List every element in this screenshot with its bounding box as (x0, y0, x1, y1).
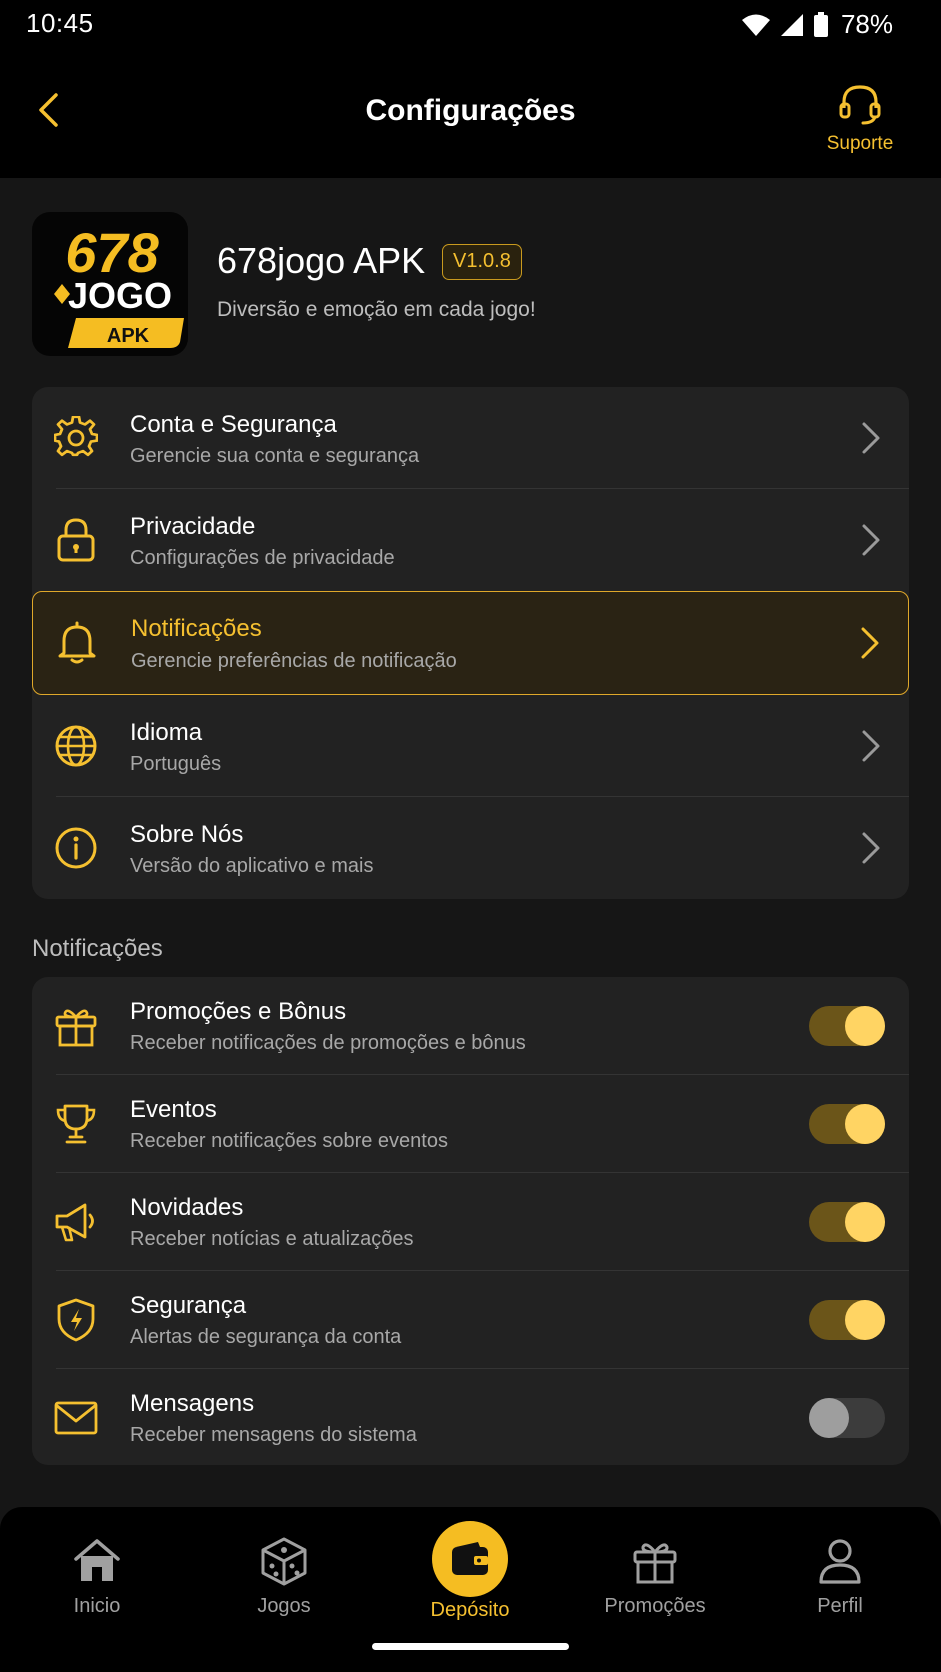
toggle-messages[interactable] (809, 1398, 885, 1438)
logo-text-apk: APK (107, 325, 150, 347)
nav-item-games[interactable]: Jogos (209, 1531, 359, 1618)
chevron-right-icon (862, 422, 880, 454)
toggle-knob (845, 1006, 885, 1046)
battery-percent: 78% (840, 9, 893, 39)
app-name: 678jogo APK (217, 240, 426, 281)
status-time: 10:45 (26, 8, 94, 38)
toggle-knob (845, 1202, 885, 1242)
app-tagline: Diversão e emoção em cada jogo! (217, 298, 536, 321)
settings-item-language[interactable]: Idioma Português (32, 695, 909, 797)
wallet-icon (432, 1521, 508, 1597)
gift-icon (52, 1002, 100, 1050)
settings-item-notifications[interactable]: Notificações Gerencie preferências de no… (32, 591, 909, 695)
settings-item-subtitle: Português (130, 753, 222, 775)
support-button[interactable]: Suporte (815, 82, 905, 155)
notification-item-security: Segurança Alertas de segurança da conta (32, 1271, 909, 1369)
toggle-security[interactable] (809, 1300, 885, 1340)
settings-item-privacy[interactable]: Privacidade Configurações de privacidade (32, 489, 909, 591)
nav-label: Inicio (73, 1595, 121, 1617)
megaphone-icon (52, 1198, 100, 1246)
status-bar: 10:45 78% (0, 0, 941, 52)
chevron-right-icon (862, 524, 880, 556)
notification-item-title: Segurança (130, 1292, 247, 1319)
toggle-knob (845, 1104, 885, 1144)
gear-icon (52, 414, 100, 462)
notification-item-title: Promoções e Bônus (130, 998, 347, 1025)
nav-item-home[interactable]: Inicio (22, 1531, 172, 1618)
toggle-knob (809, 1398, 849, 1438)
toggle-knob (845, 1300, 885, 1340)
notification-item-subtitle: Alertas de segurança da conta (130, 1326, 402, 1348)
nav-item-profile[interactable]: Perfil (765, 1531, 915, 1618)
settings-item-title: Conta e Segurança (130, 411, 337, 438)
toggle-events[interactable] (809, 1104, 885, 1144)
notification-item-subtitle: Receber notificações de promoções e bônu… (130, 1032, 526, 1054)
settings-item-title: Idioma (130, 719, 203, 746)
settings-item-subtitle: Versão do aplicativo e mais (130, 855, 374, 877)
globe-icon (52, 722, 100, 770)
nav-item-deposit[interactable]: Depósito (395, 1521, 545, 1622)
settings-card: Conta e Segurança Gerencie sua conta e s… (32, 387, 909, 899)
settings-item-subtitle: Configurações de privacidade (130, 547, 395, 569)
settings-item-about[interactable]: Sobre Nós Versão do aplicativo e mais (32, 797, 909, 899)
logo-text-jogo: JOGO (68, 275, 172, 316)
notification-item-subtitle: Receber notificações sobre eventos (130, 1130, 448, 1152)
info-icon (52, 824, 100, 872)
section-title-notifications: Notificações (32, 935, 163, 962)
chevron-right-icon (861, 627, 879, 659)
signal-icon (780, 13, 803, 36)
shield-icon (52, 1296, 100, 1344)
nav-label: Promoções (604, 1595, 706, 1617)
settings-item-title: Privacidade (130, 513, 256, 540)
notification-item-subtitle: Receber notícias e atualizações (130, 1228, 414, 1250)
page-title: Configurações (365, 94, 576, 127)
settings-item-subtitle: Gerencie sua conta e segurança (130, 445, 420, 467)
support-label: Suporte (826, 133, 894, 154)
notification-item-events: Eventos Receber notificações sobre event… (32, 1075, 909, 1173)
notification-item-promotions: Promoções e Bônus Receber notificações d… (32, 977, 909, 1075)
version-badge: V1.0.8 (442, 244, 522, 280)
trophy-icon (52, 1100, 100, 1148)
settings-item-title: Sobre Nós (130, 821, 244, 848)
settings-item-account-security[interactable]: Conta e Segurança Gerencie sua conta e s… (32, 387, 909, 489)
notification-item-messages: Mensagens Receber mensagens do sistema (32, 1369, 909, 1465)
wifi-icon (741, 14, 770, 36)
notification-item-title: Novidades (130, 1194, 244, 1221)
settings-item-title: Notificações (131, 615, 262, 642)
dice-icon (254, 1531, 314, 1591)
home-indicator[interactable] (372, 1643, 569, 1650)
headset-icon (839, 85, 881, 125)
toggle-news[interactable] (809, 1202, 885, 1242)
mail-icon (52, 1394, 100, 1442)
notification-item-title: Eventos (130, 1096, 217, 1123)
nav-label: Depósito (430, 1599, 510, 1621)
lock-icon (52, 516, 100, 564)
nav-label: Jogos (257, 1595, 311, 1617)
battery-icon (813, 11, 828, 37)
notification-item-title: Mensagens (130, 1390, 255, 1417)
nav-label: Perfil (817, 1595, 863, 1617)
settings-item-subtitle: Gerencie preferências de notificação (131, 650, 457, 672)
bell-icon (53, 618, 101, 666)
notifications-card: Promoções e Bônus Receber notificações d… (32, 977, 909, 1465)
status-icons: 78% (741, 9, 893, 40)
notification-item-subtitle: Receber mensagens do sistema (130, 1424, 417, 1446)
user-icon (810, 1531, 870, 1591)
chevron-right-icon (862, 832, 880, 864)
nav-item-promotions[interactable]: Promoções (580, 1531, 730, 1618)
app-logo: 678 JOGO APK (32, 212, 188, 356)
app-header: Configurações Suporte (0, 52, 941, 178)
notification-item-news: Novidades Receber notícias e atualizaçõe… (32, 1173, 909, 1271)
gift-icon (625, 1531, 685, 1591)
toggle-promotions[interactable] (809, 1006, 885, 1046)
home-icon (67, 1531, 127, 1591)
chevron-right-icon (862, 730, 880, 762)
